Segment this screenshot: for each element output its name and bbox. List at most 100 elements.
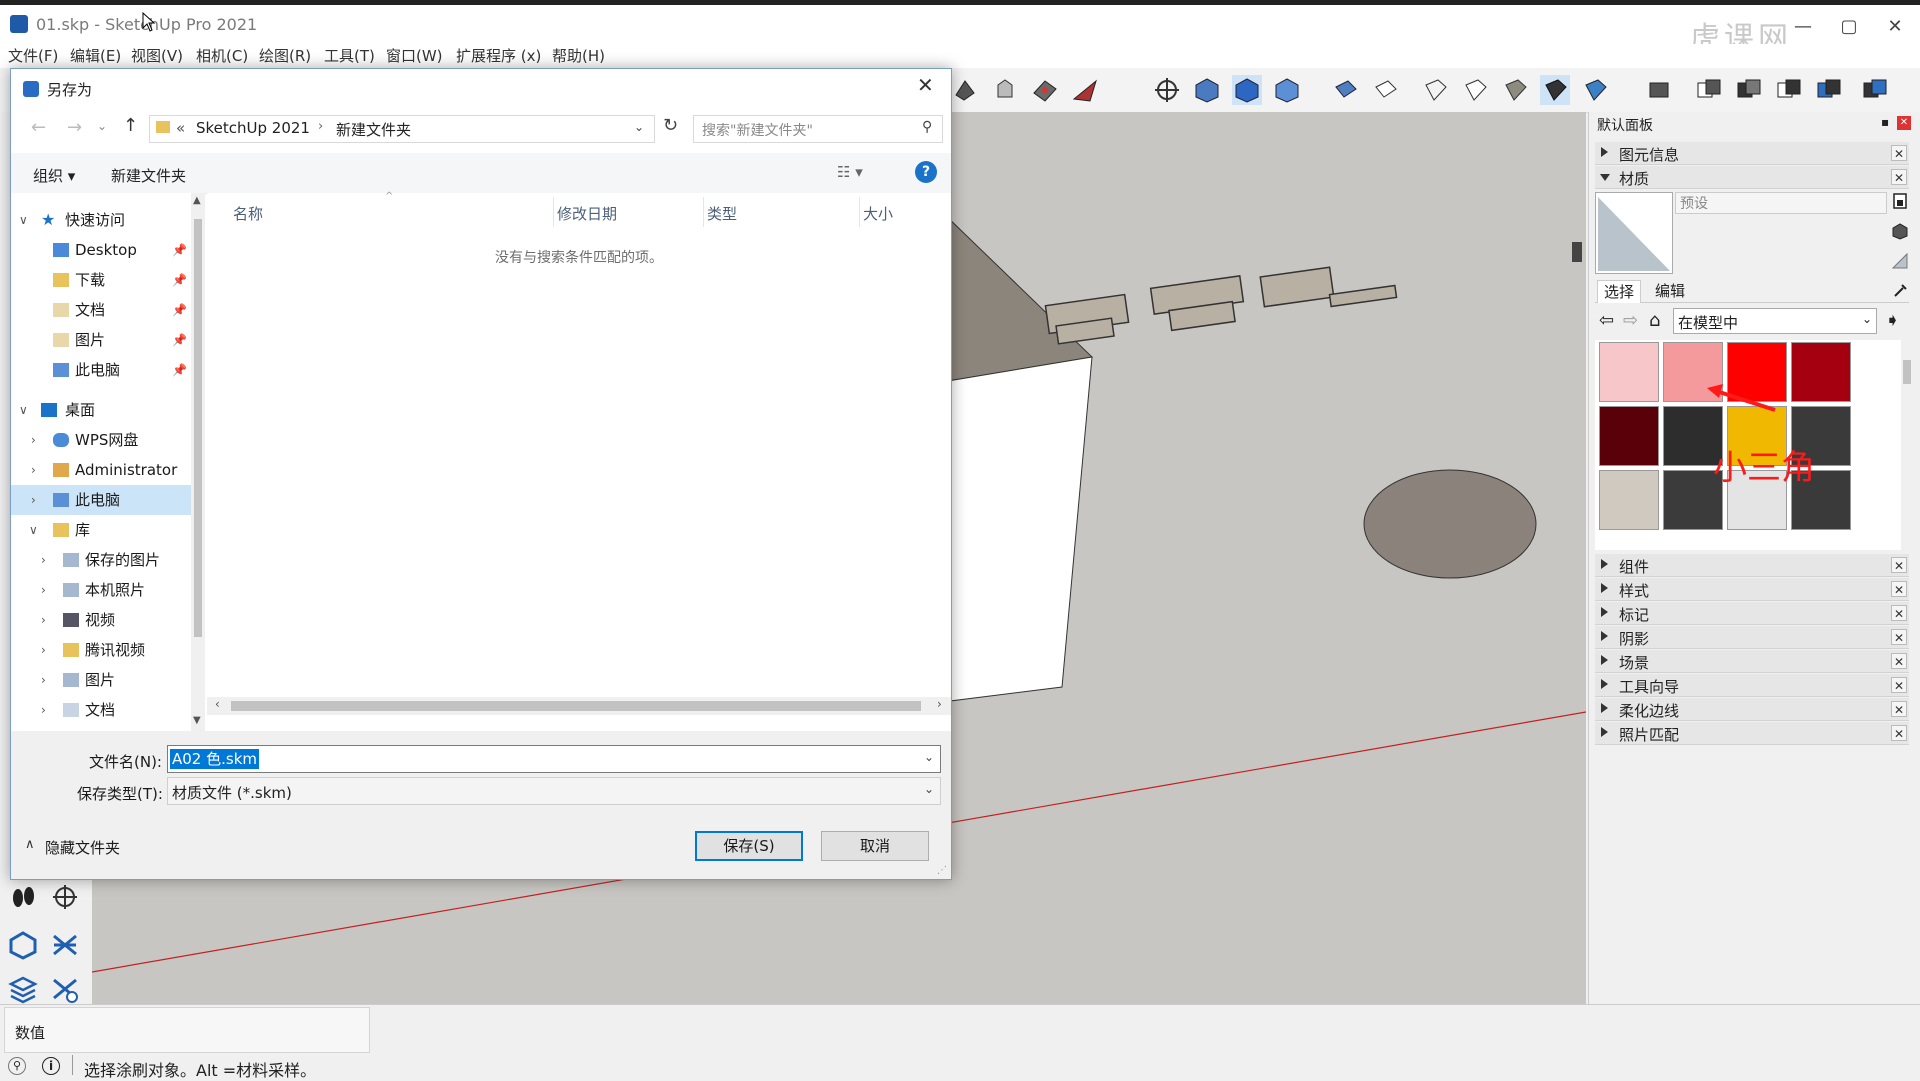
chevron-down-icon[interactable]: ⌄ <box>924 750 934 764</box>
panel-styles[interactable]: 样式 ✕ <box>1595 578 1909 601</box>
nav-tencent-video[interactable]: › 腾讯视频 <box>11 635 191 665</box>
nav-lib-pictures[interactable]: › 图片 <box>11 665 191 695</box>
subtract-icon[interactable] <box>1734 75 1764 105</box>
chevron-down-icon[interactable]: ⌄ <box>634 120 644 134</box>
nav-this-pc[interactable]: 此电脑 📌 <box>11 355 191 385</box>
look-around-icon[interactable] <box>50 882 80 912</box>
list-horizontal-scrollbar[interactable]: ‹ › <box>207 697 951 715</box>
nav-desktop[interactable]: Desktop 📌 <box>11 235 191 265</box>
material-name-field[interactable]: 预设 <box>1675 192 1887 214</box>
top-view-icon[interactable] <box>1232 75 1262 105</box>
panel-close-icon[interactable]: ✕ <box>1891 653 1907 669</box>
scrollbar-thumb[interactable] <box>1903 360 1911 384</box>
hidden-line-icon[interactable] <box>1460 75 1490 105</box>
xray-icon[interactable] <box>1330 75 1360 105</box>
nav-desktop-root[interactable]: ∨ 桌面 <box>11 395 191 425</box>
panel-close-icon[interactable]: ✕ <box>1891 629 1907 645</box>
close-window-button[interactable]: ✕ <box>1872 11 1918 43</box>
menu-help[interactable]: 帮助(H) <box>552 44 605 68</box>
column-separator[interactable] <box>553 197 554 227</box>
panel-close-icon[interactable]: ✕ <box>1891 169 1907 185</box>
scrollbar-thumb[interactable] <box>231 701 921 711</box>
panel-close-icon[interactable]: ✕ <box>1891 581 1907 597</box>
swatch-scrollbar[interactable] <box>1901 340 1913 550</box>
column-header-size[interactable]: 大小 <box>863 203 893 224</box>
filetype-select[interactable]: 材质文件 (*.skm) ⌄ <box>167 777 941 805</box>
eyedropper-icon[interactable] <box>1893 282 1909 298</box>
pin-icon[interactable]: ▪ <box>1881 115 1889 129</box>
nav-documents[interactable]: 文档 📌 <box>11 295 191 325</box>
scroll-right-icon[interactable]: › <box>937 697 942 711</box>
dialog-close-icon[interactable]: ✕ <box>917 73 934 97</box>
walk-icon[interactable] <box>8 882 38 912</box>
split-icon[interactable] <box>1860 75 1890 105</box>
column-header-name[interactable]: 名称 <box>233 203 263 224</box>
nav-wps[interactable]: › WPS网盘 <box>11 425 191 455</box>
nav-lib-documents[interactable]: › 文档 <box>11 695 191 725</box>
search-icon[interactable]: ⚲ <box>922 119 932 135</box>
geo-location-icon[interactable]: ⚲ <box>8 1057 26 1075</box>
shaded-icon[interactable] <box>1500 75 1530 105</box>
forward-arrow-icon[interactable]: ⇨ <box>1623 310 1638 331</box>
panel-components[interactable]: 组件 ✕ <box>1595 554 1909 577</box>
breadcrumb-item[interactable]: SketchUp 2021 <box>196 119 310 137</box>
menu-edit[interactable]: 编辑(E) <box>70 44 121 68</box>
nav-downloads[interactable]: 下载 📌 <box>11 265 191 295</box>
tray-close-icon[interactable]: ✕ <box>1897 116 1911 130</box>
up-arrow-icon[interactable]: ↑ <box>123 115 138 136</box>
display-secondary-icon[interactable] <box>1891 222 1909 240</box>
panel-close-icon[interactable]: ✕ <box>1891 557 1907 573</box>
save-button[interactable]: 保存(S) <box>695 831 803 861</box>
back-arrow-icon[interactable]: ⇦ <box>1599 310 1614 331</box>
column-header-date[interactable]: 修改日期 <box>557 203 617 224</box>
wireframe-icon[interactable] <box>1420 75 1450 105</box>
push-pull-icon[interactable] <box>990 75 1020 105</box>
search-input[interactable]: 搜索"新建文件夹" ⚲ <box>693 115 943 143</box>
panel-close-icon[interactable]: ✕ <box>1891 677 1907 693</box>
union-icon[interactable] <box>1694 75 1724 105</box>
scroll-down-icon[interactable]: ▼ <box>193 715 201 726</box>
cancel-button[interactable]: 取消 <box>821 831 929 861</box>
panel-soften-edges[interactable]: 柔化边线 ✕ <box>1595 698 1909 721</box>
scrollbar-thumb[interactable] <box>194 219 202 637</box>
menu-window[interactable]: 窗口(W) <box>386 44 443 68</box>
tab-edit[interactable]: 编辑 <box>1649 280 1691 302</box>
organize-button[interactable]: 组织 ▾ <box>33 165 75 186</box>
chevron-up-icon[interactable]: ∧ <box>25 837 35 852</box>
nav-this-pc-selected[interactable]: › 此电脑 <box>11 485 191 515</box>
info-icon[interactable]: i <box>42 1057 60 1075</box>
panel-materials[interactable]: 材质 ✕ <box>1595 166 1909 189</box>
back-arrow-icon[interactable]: ← <box>31 117 46 138</box>
map-icon[interactable] <box>1030 75 1060 105</box>
collection-select[interactable]: 在模型中 ⌄ <box>1673 308 1877 334</box>
recent-locations-icon[interactable]: ⌄ <box>97 119 107 133</box>
panel-close-icon[interactable]: ✕ <box>1891 725 1907 741</box>
panel-close-icon[interactable]: ✕ <box>1891 605 1907 621</box>
panel-shadows[interactable]: 阴影 ✕ <box>1595 626 1909 649</box>
column-header-type[interactable]: 类型 <box>707 203 737 224</box>
monochrome-icon[interactable] <box>1580 75 1610 105</box>
trim-icon[interactable] <box>1774 75 1804 105</box>
menu-extensions[interactable]: 扩展程序 (x) <box>456 44 541 68</box>
column-separator[interactable] <box>703 197 704 227</box>
nav-saved-pictures[interactable]: › 保存的图片 <box>11 545 191 575</box>
measurements-box[interactable]: 数值 <box>4 1007 370 1053</box>
forward-arrow-icon[interactable]: → <box>67 117 82 138</box>
column-separator[interactable] <box>859 197 860 227</box>
panel-close-icon[interactable]: ✕ <box>1891 701 1907 717</box>
orbit-icon[interactable] <box>1152 75 1182 105</box>
material-swatch[interactable] <box>1599 406 1659 466</box>
details-arrow-icon[interactable]: ➧ <box>1885 310 1900 331</box>
view-options-icon[interactable]: ☷ ▾ <box>837 163 863 181</box>
nav-videos[interactable]: › 视频 <box>11 605 191 635</box>
layers-icon[interactable] <box>8 974 38 1004</box>
help-icon[interactable]: ? <box>915 161 937 183</box>
menu-view[interactable]: 视图(V) <box>131 44 183 68</box>
sample-paint-icon[interactable] <box>1891 252 1909 270</box>
material-swatch[interactable] <box>1599 342 1659 402</box>
panel-entity-info[interactable]: 图元信息 ✕ <box>1595 142 1909 165</box>
tab-select[interactable]: 选择 <box>1597 280 1642 303</box>
section-plane-icon[interactable] <box>8 930 38 960</box>
menu-camera[interactable]: 相机(C) <box>196 44 248 68</box>
back-edges-icon[interactable] <box>1370 75 1400 105</box>
